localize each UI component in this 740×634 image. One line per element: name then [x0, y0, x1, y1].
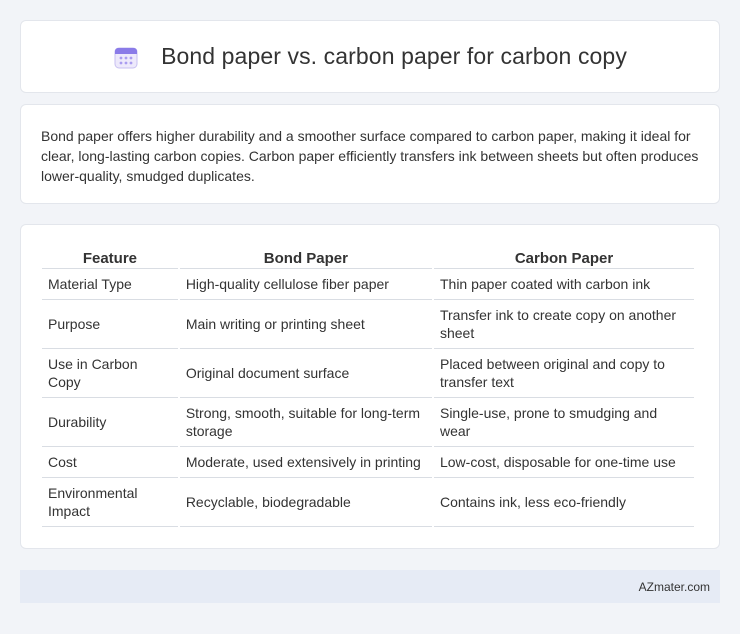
- table-row: Durability Strong, smooth, suitable for …: [42, 398, 694, 447]
- summary-card: Bond paper offers higher durability and …: [20, 104, 720, 204]
- header-feature: Feature: [42, 247, 178, 269]
- cell-bond: Moderate, used extensively in printing: [179, 447, 432, 478]
- calendar-icon: [113, 44, 139, 70]
- table-row: Environmental Impact Recyclable, biodegr…: [42, 478, 694, 527]
- cell-bond: Main writing or printing sheet: [179, 300, 432, 349]
- cell-carbon: Contains ink, less eco-friendly: [433, 478, 694, 527]
- cell-bond: Recyclable, biodegradable: [179, 478, 432, 527]
- cell-carbon: Thin paper coated with carbon ink: [433, 269, 694, 300]
- table-row: Purpose Main writing or printing sheet T…: [42, 300, 694, 349]
- cell-feature: Material Type: [42, 269, 178, 300]
- cell-feature: Environmental Impact: [42, 478, 178, 527]
- title-wrap: Bond paper vs. carbon paper for carbon c…: [113, 43, 627, 70]
- header-carbon-paper: Carbon Paper: [433, 247, 694, 269]
- table-header-row: Feature Bond Paper Carbon Paper: [42, 247, 694, 269]
- comparison-table-card: Feature Bond Paper Carbon Paper Material…: [20, 224, 720, 549]
- header-bond-paper: Bond Paper: [179, 247, 432, 269]
- page-title: Bond paper vs. carbon paper for carbon c…: [161, 43, 627, 69]
- cell-bond: High-quality cellulose fiber paper: [179, 269, 432, 300]
- cell-feature: Durability: [42, 398, 178, 447]
- cell-bond: Strong, smooth, suitable for long-term s…: [179, 398, 432, 447]
- footer: AZmater.com: [20, 570, 720, 603]
- title-card: Bond paper vs. carbon paper for carbon c…: [20, 20, 720, 93]
- cell-feature: Use in Carbon Copy: [42, 349, 178, 398]
- table-row: Use in Carbon Copy Original document sur…: [42, 349, 694, 398]
- cell-feature: Cost: [42, 447, 178, 478]
- table-row: Cost Moderate, used extensively in print…: [42, 447, 694, 478]
- cell-bond: Original document surface: [179, 349, 432, 398]
- cell-feature: Purpose: [42, 300, 178, 349]
- cell-carbon: Placed between original and copy to tran…: [433, 349, 694, 398]
- cell-carbon: Single-use, prone to smudging and wear: [433, 398, 694, 447]
- summary-text: Bond paper offers higher durability and …: [41, 128, 699, 184]
- comparison-table: Feature Bond Paper Carbon Paper Material…: [40, 247, 696, 527]
- cell-carbon: Transfer ink to create copy on another s…: [433, 300, 694, 349]
- table-row: Material Type High-quality cellulose fib…: [42, 269, 694, 300]
- cell-carbon: Low-cost, disposable for one-time use: [433, 447, 694, 478]
- footer-brand: AZmater.com: [638, 579, 710, 594]
